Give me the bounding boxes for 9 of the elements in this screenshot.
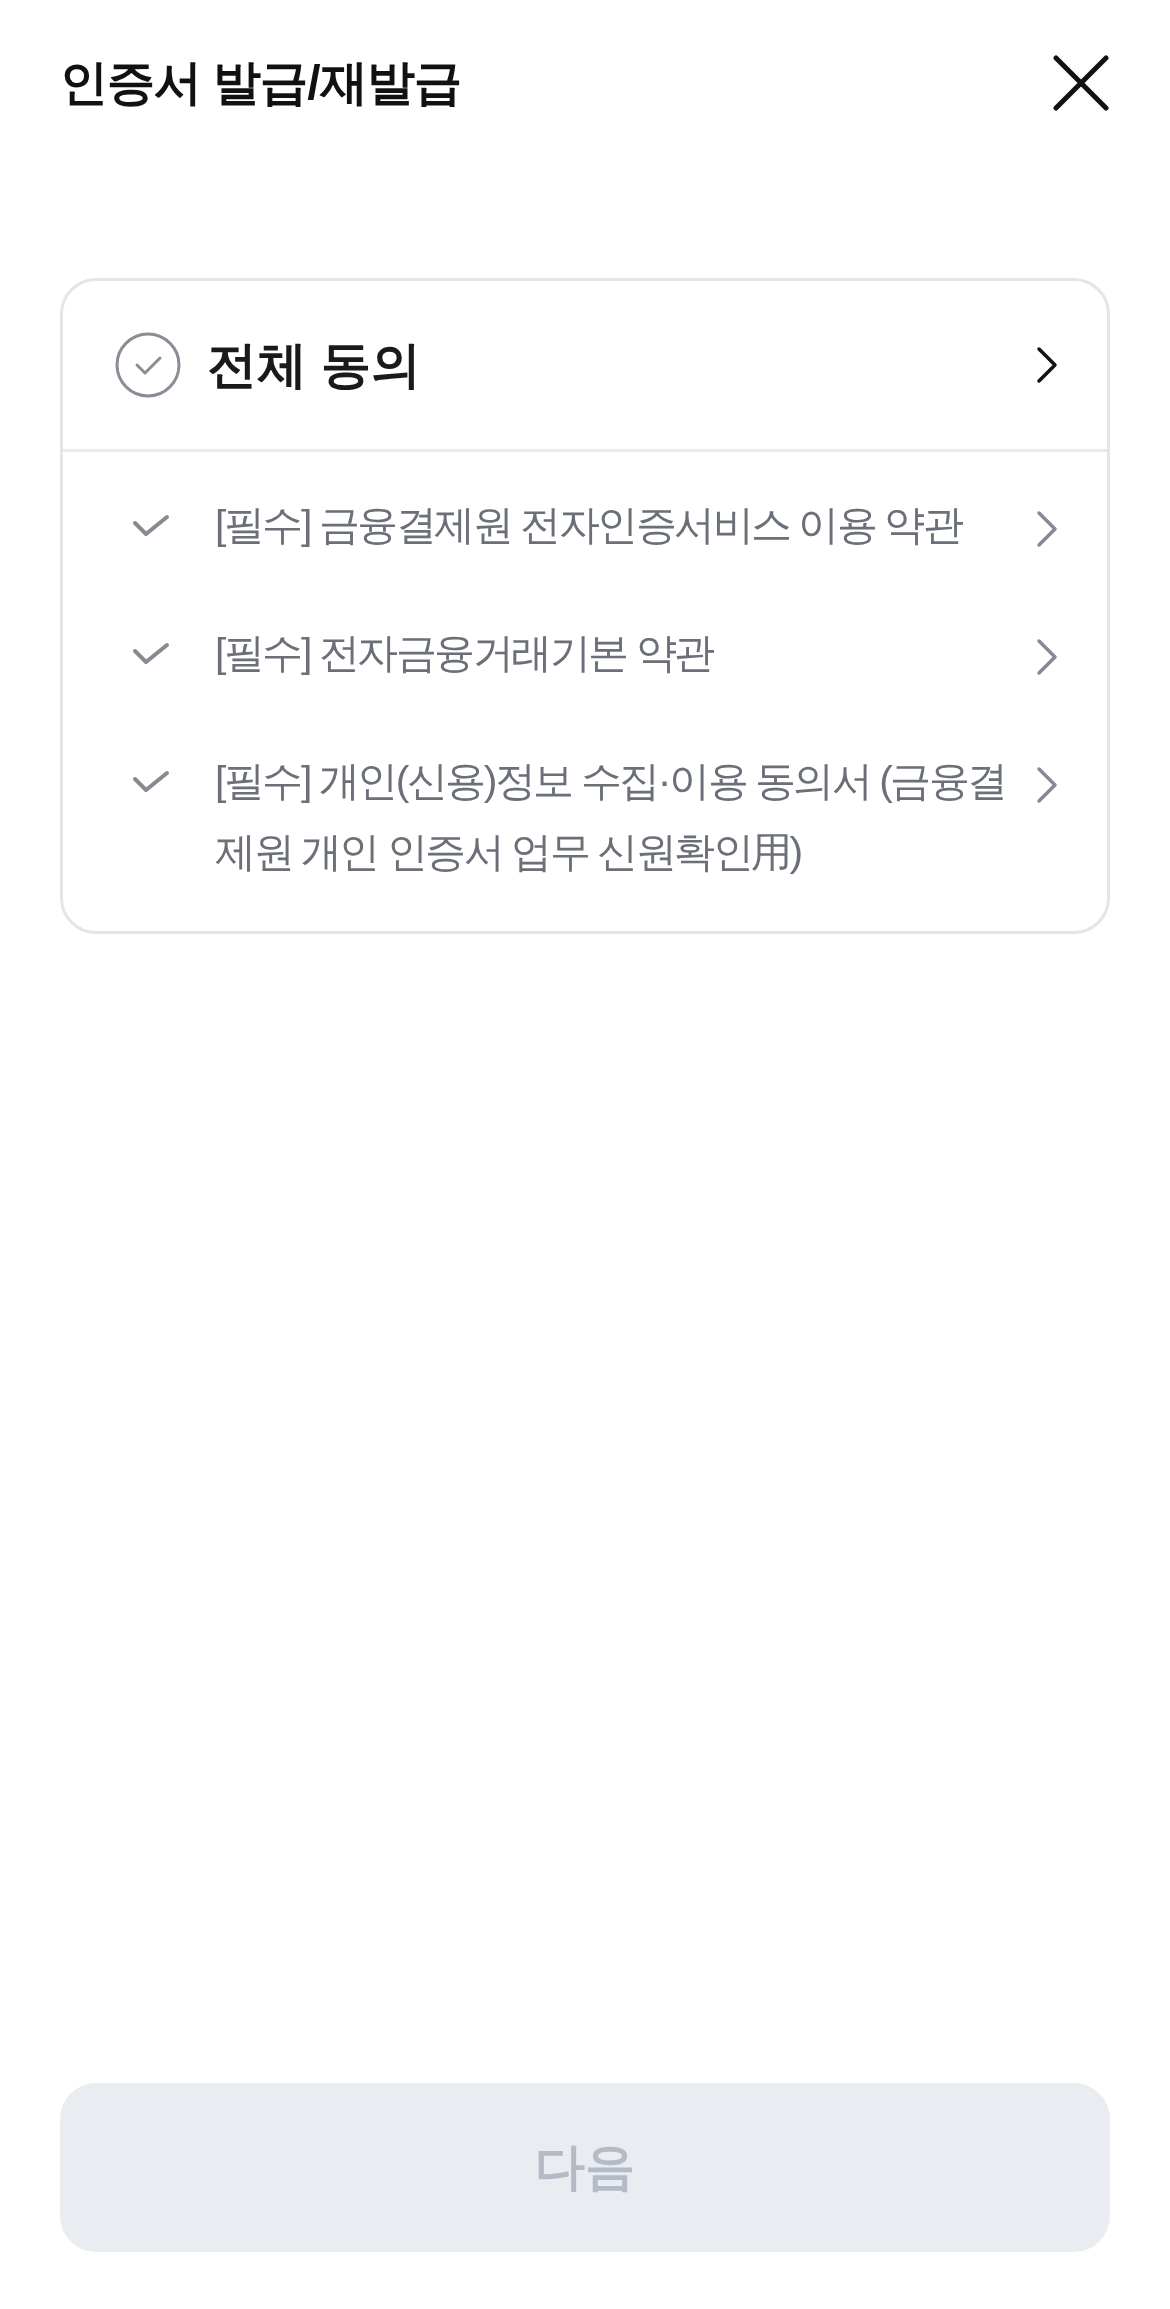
- agree-all-label[interactable]: 전체 동의: [207, 331, 1035, 399]
- close-button[interactable]: [1052, 54, 1110, 112]
- checkbox-icon[interactable]: [115, 332, 181, 398]
- page-title: 인증서 발급/재발급: [60, 55, 461, 111]
- terms-item-label[interactable]: [필수] 금융결제원 전자인증서비스 이용 약관: [215, 490, 1035, 562]
- chevron-right-icon[interactable]: [1035, 345, 1059, 385]
- terms-item-label[interactable]: [필수] 전자금융거래기본 약관: [215, 617, 1035, 690]
- close-icon: [1053, 55, 1109, 111]
- terms-item-label[interactable]: [필수] 개인(신용)정보 수집·이용 동의서 (금융결제원 개인 인증서 업무 신원확인用): [215, 745, 1035, 889]
